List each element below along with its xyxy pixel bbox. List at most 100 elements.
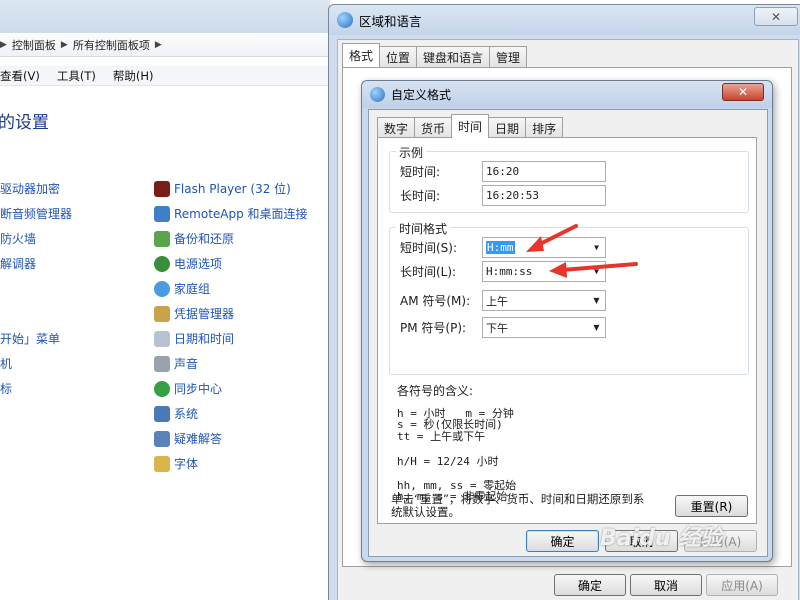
- reset-text-line-2: 统默认设置。: [391, 505, 460, 519]
- chevron-down-icon[interactable]: ▼: [588, 291, 605, 310]
- region-apply-button[interactable]: 应用(A): [706, 574, 778, 596]
- long-time-value[interactable]: H:mm:ss: [486, 265, 532, 278]
- cp-item-blank-2: [0, 301, 72, 326]
- speaker-icon: [154, 355, 170, 372]
- region-dialog-title: 区域和语言: [359, 13, 422, 29]
- cp-item-flash-player[interactable]: Flash Player (32 位): [154, 176, 308, 201]
- menu-view[interactable]: 查看(V): [0, 68, 40, 84]
- credential-icon: [154, 305, 170, 322]
- time-format-group-title: 时间格式: [396, 220, 451, 237]
- time-tab-panel: 示例 短时间: 16:20 长时间: 16:20:53 时间格式 短时间(S):…: [377, 137, 757, 524]
- tab-time[interactable]: 时间: [451, 114, 490, 138]
- globe-icon: [370, 87, 385, 102]
- flash-icon: [154, 180, 170, 197]
- breadcrumb-control-panel[interactable]: 控制面板: [12, 37, 56, 53]
- backup-icon: [154, 230, 170, 247]
- region-cancel-button[interactable]: 取消: [630, 574, 702, 596]
- long-time-combo[interactable]: H:mm:ss ▼: [482, 261, 606, 282]
- region-close-button[interactable]: ✕: [754, 7, 798, 26]
- menu-help[interactable]: 帮助(H): [113, 68, 154, 84]
- control-panel-window: ▶ 控制面板 ▶ 所有控制面板项 ▶ 查看(V) 工具(T) 帮助(H) 的设置…: [0, 0, 330, 600]
- customize-dialog-titlebar: 自定义格式: [362, 81, 772, 108]
- cp-item-computer[interactable]: 机: [0, 351, 72, 376]
- pm-symbol-row: PM 符号(P): 下午 ▼: [400, 317, 606, 338]
- example-group-title: 示例: [396, 144, 427, 161]
- cp-item-homegroup[interactable]: 家庭组: [154, 276, 308, 301]
- customize-ok-button[interactable]: 确定: [526, 530, 599, 552]
- cp-item-sync-center[interactable]: 同步中心: [154, 376, 308, 401]
- cp-item-troubleshoot[interactable]: 疑难解答: [154, 426, 308, 451]
- cp-item-power[interactable]: 电源选项: [154, 251, 308, 276]
- reset-button[interactable]: 重置(R): [675, 495, 748, 517]
- homegroup-icon: [154, 280, 170, 297]
- cp-item-credentials[interactable]: 凭据管理器: [154, 301, 308, 326]
- pm-symbol-combo[interactable]: 下午 ▼: [482, 317, 606, 338]
- page-title: 的设置: [0, 113, 49, 133]
- long-time-row: 长时间(L): H:mm:ss ▼: [400, 261, 606, 282]
- example-short-value: 16:20: [482, 161, 606, 182]
- troubleshoot-icon: [154, 430, 170, 447]
- power-icon: [154, 255, 170, 272]
- tab-numbers[interactable]: 数字: [377, 117, 416, 138]
- cp-item-audio-manager[interactable]: 断音频管理器: [0, 201, 72, 226]
- legend-line-2: s = 秒(仅限长时间): [397, 418, 503, 431]
- cp-item-remoteapp[interactable]: RemoteApp 和桌面连接: [154, 201, 308, 226]
- menu-tools[interactable]: 工具(T): [57, 68, 96, 84]
- tab-date[interactable]: 日期: [488, 117, 527, 138]
- cp-item-mark[interactable]: 标: [0, 376, 72, 401]
- short-time-row: 短时间(S): H:mm ▼: [400, 237, 606, 258]
- chevron-down-icon[interactable]: ▼: [588, 238, 605, 257]
- menu-bar: 查看(V) 工具(T) 帮助(H): [0, 66, 330, 86]
- cp-item-fonts[interactable]: 字体: [154, 451, 308, 476]
- cp-item-sound[interactable]: 声音: [154, 351, 308, 376]
- region-ok-button[interactable]: 确定: [554, 574, 626, 596]
- control-panel-right-column: Flash Player (32 位) RemoteApp 和桌面连接 备份和还…: [154, 176, 308, 476]
- region-tabs: 格式 位置 键盘和语言 管理: [342, 43, 528, 67]
- remote-desktop-icon: [154, 205, 170, 222]
- legend-title: 各符号的含义:: [397, 384, 474, 398]
- short-time-label: 短时间(S):: [400, 241, 458, 255]
- am-symbol-row: AM 符号(M): 上午 ▼: [400, 290, 606, 311]
- cp-item-date-time[interactable]: 日期和时间: [154, 326, 308, 351]
- example-group: 示例 短时间: 16:20 长时间: 16:20:53: [389, 144, 749, 213]
- sync-icon: [154, 380, 170, 397]
- short-time-value[interactable]: H:mm: [486, 241, 515, 254]
- customize-format-dialog: 自定义格式 ✕ 数字 货币 时间 日期 排序 示例 短时间: 16:20 长时间…: [361, 80, 773, 562]
- tab-currency[interactable]: 货币: [414, 117, 453, 138]
- clock-icon: [154, 330, 170, 347]
- chevron-down-icon[interactable]: ▼: [588, 318, 605, 337]
- tab-sort[interactable]: 排序: [525, 117, 564, 138]
- cp-item-backup[interactable]: 备份和还原: [154, 226, 308, 251]
- cp-item-modem[interactable]: 解调器: [0, 251, 72, 276]
- chevron-down-icon[interactable]: ▼: [588, 262, 605, 281]
- tab-format[interactable]: 格式: [342, 43, 381, 67]
- tab-keyboards[interactable]: 键盘和语言: [416, 46, 491, 67]
- cp-item-blank-1: [0, 276, 72, 301]
- breadcrumb[interactable]: ▶ 控制面板 ▶ 所有控制面板项 ▶: [0, 33, 330, 57]
- example-short-row: 短时间: 16:20: [400, 161, 606, 182]
- pm-symbol-value[interactable]: 下午: [486, 320, 508, 336]
- time-format-group: 时间格式 短时间(S): H:mm ▼ 长时间(L): H:mm:ss ▼ AM…: [389, 220, 749, 375]
- cp-item-system[interactable]: 系统: [154, 401, 308, 426]
- cp-item-firewall[interactable]: 防火墙: [0, 226, 72, 251]
- example-long-label: 长时间:: [400, 189, 441, 203]
- am-symbol-value[interactable]: 上午: [486, 293, 508, 309]
- system-icon: [154, 405, 170, 422]
- control-panel-titlebar: [0, 0, 330, 33]
- tab-administrative[interactable]: 管理: [489, 46, 528, 67]
- cp-item-bitlocker[interactable]: 驱动器加密: [0, 176, 72, 201]
- cp-item-start-menu[interactable]: 开始」菜单: [0, 326, 72, 351]
- customize-dialog-title: 自定义格式: [391, 88, 452, 102]
- example-long-row: 长时间: 16:20:53: [400, 185, 606, 206]
- customize-dialog-body: 数字 货币 时间 日期 排序 示例 短时间: 16:20 长时间: 16:20:…: [368, 109, 768, 557]
- control-panel-left-column: 驱动器加密 断音频管理器 防火墙 解调器 开始」菜单 机 标: [0, 176, 72, 401]
- pm-symbol-label: PM 符号(P):: [400, 321, 467, 335]
- breadcrumb-all-items[interactable]: 所有控制面板项: [73, 37, 150, 53]
- customize-close-button[interactable]: ✕: [722, 83, 764, 101]
- legend-line-4: h/H = 12/24 小时: [397, 455, 499, 468]
- chevron-right-icon: ▶: [154, 39, 162, 50]
- region-dialog-buttons: 确定 取消 应用(A): [554, 574, 778, 596]
- tab-location[interactable]: 位置: [379, 46, 418, 67]
- short-time-combo[interactable]: H:mm ▼: [482, 237, 606, 258]
- am-symbol-combo[interactable]: 上午 ▼: [482, 290, 606, 311]
